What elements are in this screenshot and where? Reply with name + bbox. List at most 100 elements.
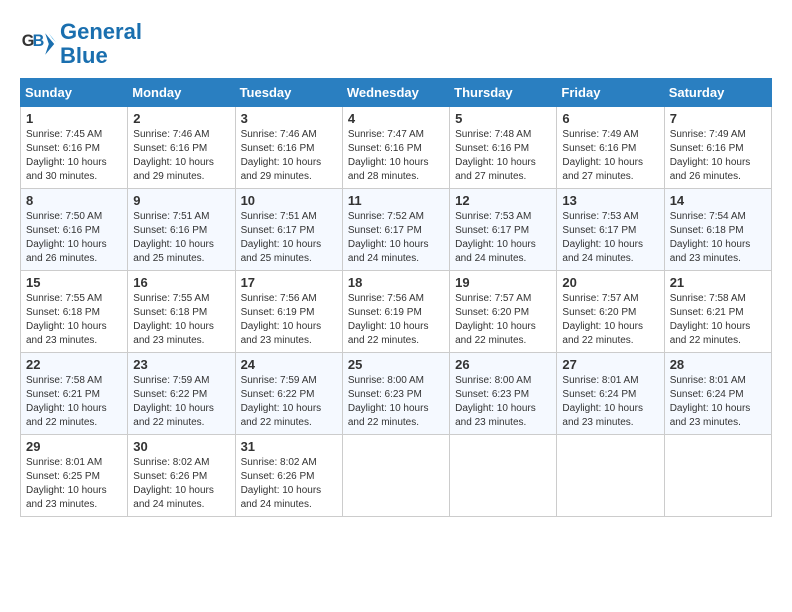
calendar-day-31: 31 Sunrise: 8:02 AMSunset: 6:26 PMDaylig…	[235, 435, 342, 517]
weekday-header-row: SundayMondayTuesdayWednesdayThursdayFrid…	[21, 79, 772, 107]
calendar-day-6: 6 Sunrise: 7:49 AMSunset: 6:16 PMDayligh…	[557, 107, 664, 189]
day-number: 30	[133, 439, 229, 454]
day-number: 2	[133, 111, 229, 126]
calendar-day-26: 26 Sunrise: 8:00 AMSunset: 6:23 PMDaylig…	[450, 353, 557, 435]
day-info: Sunrise: 7:46 AMSunset: 6:16 PMDaylight:…	[133, 128, 229, 184]
day-info: Sunrise: 8:02 AMSunset: 6:26 PMDaylight:…	[241, 456, 337, 512]
calendar-day-12: 12 Sunrise: 7:53 AMSunset: 6:17 PMDaylig…	[450, 189, 557, 271]
calendar-day-18: 18 Sunrise: 7:56 AMSunset: 6:19 PMDaylig…	[342, 271, 449, 353]
day-number: 6	[562, 111, 658, 126]
day-info: Sunrise: 7:54 AMSunset: 6:18 PMDaylight:…	[670, 210, 766, 266]
calendar-week-row: 15 Sunrise: 7:55 AMSunset: 6:18 PMDaylig…	[21, 271, 772, 353]
day-info: Sunrise: 7:56 AMSunset: 6:19 PMDaylight:…	[241, 292, 337, 348]
day-info: Sunrise: 7:50 AMSunset: 6:16 PMDaylight:…	[26, 210, 122, 266]
calendar-day-22: 22 Sunrise: 7:58 AMSunset: 6:21 PMDaylig…	[21, 353, 128, 435]
day-number: 19	[455, 275, 551, 290]
day-number: 15	[26, 275, 122, 290]
day-info: Sunrise: 8:01 AMSunset: 6:25 PMDaylight:…	[26, 456, 122, 512]
calendar-week-row: 22 Sunrise: 7:58 AMSunset: 6:21 PMDaylig…	[21, 353, 772, 435]
day-number: 5	[455, 111, 551, 126]
weekday-header-monday: Monday	[128, 79, 235, 107]
calendar-day-15: 15 Sunrise: 7:55 AMSunset: 6:18 PMDaylig…	[21, 271, 128, 353]
day-number: 7	[670, 111, 766, 126]
day-info: Sunrise: 8:02 AMSunset: 6:26 PMDaylight:…	[133, 456, 229, 512]
calendar-day-28: 28 Sunrise: 8:01 AMSunset: 6:24 PMDaylig…	[664, 353, 771, 435]
calendar-day-5: 5 Sunrise: 7:48 AMSunset: 6:16 PMDayligh…	[450, 107, 557, 189]
day-info: Sunrise: 7:53 AMSunset: 6:17 PMDaylight:…	[455, 210, 551, 266]
day-number: 22	[26, 357, 122, 372]
calendar-day-13: 13 Sunrise: 7:53 AMSunset: 6:17 PMDaylig…	[557, 189, 664, 271]
svg-text:B: B	[33, 32, 45, 50]
day-info: Sunrise: 7:48 AMSunset: 6:16 PMDaylight:…	[455, 128, 551, 184]
day-info: Sunrise: 8:01 AMSunset: 6:24 PMDaylight:…	[562, 374, 658, 430]
calendar-week-row: 1 Sunrise: 7:45 AMSunset: 6:16 PMDayligh…	[21, 107, 772, 189]
day-info: Sunrise: 7:56 AMSunset: 6:19 PMDaylight:…	[348, 292, 444, 348]
calendar-day-8: 8 Sunrise: 7:50 AMSunset: 6:16 PMDayligh…	[21, 189, 128, 271]
day-number: 25	[348, 357, 444, 372]
calendar-empty-cell	[557, 435, 664, 517]
day-info: Sunrise: 8:00 AMSunset: 6:23 PMDaylight:…	[348, 374, 444, 430]
calendar-empty-cell	[664, 435, 771, 517]
weekday-header-saturday: Saturday	[664, 79, 771, 107]
day-number: 28	[670, 357, 766, 372]
calendar-day-16: 16 Sunrise: 7:55 AMSunset: 6:18 PMDaylig…	[128, 271, 235, 353]
weekday-header-wednesday: Wednesday	[342, 79, 449, 107]
calendar-week-row: 29 Sunrise: 8:01 AMSunset: 6:25 PMDaylig…	[21, 435, 772, 517]
day-number: 27	[562, 357, 658, 372]
calendar-day-30: 30 Sunrise: 8:02 AMSunset: 6:26 PMDaylig…	[128, 435, 235, 517]
day-number: 23	[133, 357, 229, 372]
day-info: Sunrise: 7:55 AMSunset: 6:18 PMDaylight:…	[133, 292, 229, 348]
calendar: SundayMondayTuesdayWednesdayThursdayFrid…	[20, 78, 772, 517]
calendar-day-4: 4 Sunrise: 7:47 AMSunset: 6:16 PMDayligh…	[342, 107, 449, 189]
calendar-week-row: 8 Sunrise: 7:50 AMSunset: 6:16 PMDayligh…	[21, 189, 772, 271]
weekday-header-sunday: Sunday	[21, 79, 128, 107]
calendar-day-21: 21 Sunrise: 7:58 AMSunset: 6:21 PMDaylig…	[664, 271, 771, 353]
day-number: 10	[241, 193, 337, 208]
day-info: Sunrise: 7:57 AMSunset: 6:20 PMDaylight:…	[455, 292, 551, 348]
day-number: 8	[26, 193, 122, 208]
day-info: Sunrise: 7:47 AMSunset: 6:16 PMDaylight:…	[348, 128, 444, 184]
day-number: 3	[241, 111, 337, 126]
calendar-day-20: 20 Sunrise: 7:57 AMSunset: 6:20 PMDaylig…	[557, 271, 664, 353]
calendar-day-14: 14 Sunrise: 7:54 AMSunset: 6:18 PMDaylig…	[664, 189, 771, 271]
calendar-day-24: 24 Sunrise: 7:59 AMSunset: 6:22 PMDaylig…	[235, 353, 342, 435]
calendar-empty-cell	[450, 435, 557, 517]
day-info: Sunrise: 8:00 AMSunset: 6:23 PMDaylight:…	[455, 374, 551, 430]
day-number: 26	[455, 357, 551, 372]
day-info: Sunrise: 7:59 AMSunset: 6:22 PMDaylight:…	[133, 374, 229, 430]
day-info: Sunrise: 7:51 AMSunset: 6:17 PMDaylight:…	[241, 210, 337, 266]
day-number: 29	[26, 439, 122, 454]
calendar-day-3: 3 Sunrise: 7:46 AMSunset: 6:16 PMDayligh…	[235, 107, 342, 189]
day-number: 14	[670, 193, 766, 208]
calendar-day-27: 27 Sunrise: 8:01 AMSunset: 6:24 PMDaylig…	[557, 353, 664, 435]
calendar-day-9: 9 Sunrise: 7:51 AMSunset: 6:16 PMDayligh…	[128, 189, 235, 271]
day-info: Sunrise: 7:58 AMSunset: 6:21 PMDaylight:…	[26, 374, 122, 430]
day-number: 21	[670, 275, 766, 290]
day-number: 9	[133, 193, 229, 208]
calendar-day-1: 1 Sunrise: 7:45 AMSunset: 6:16 PMDayligh…	[21, 107, 128, 189]
calendar-day-7: 7 Sunrise: 7:49 AMSunset: 6:16 PMDayligh…	[664, 107, 771, 189]
calendar-day-19: 19 Sunrise: 7:57 AMSunset: 6:20 PMDaylig…	[450, 271, 557, 353]
calendar-day-17: 17 Sunrise: 7:56 AMSunset: 6:19 PMDaylig…	[235, 271, 342, 353]
day-info: Sunrise: 7:51 AMSunset: 6:16 PMDaylight:…	[133, 210, 229, 266]
calendar-day-23: 23 Sunrise: 7:59 AMSunset: 6:22 PMDaylig…	[128, 353, 235, 435]
day-number: 18	[348, 275, 444, 290]
calendar-empty-cell	[342, 435, 449, 517]
day-number: 12	[455, 193, 551, 208]
day-info: Sunrise: 7:55 AMSunset: 6:18 PMDaylight:…	[26, 292, 122, 348]
day-number: 11	[348, 193, 444, 208]
day-info: Sunrise: 7:52 AMSunset: 6:17 PMDaylight:…	[348, 210, 444, 266]
weekday-header-thursday: Thursday	[450, 79, 557, 107]
day-info: Sunrise: 7:57 AMSunset: 6:20 PMDaylight:…	[562, 292, 658, 348]
day-info: Sunrise: 7:59 AMSunset: 6:22 PMDaylight:…	[241, 374, 337, 430]
page-header: G B General Blue	[20, 20, 772, 68]
day-number: 31	[241, 439, 337, 454]
calendar-day-25: 25 Sunrise: 8:00 AMSunset: 6:23 PMDaylig…	[342, 353, 449, 435]
day-info: Sunrise: 7:45 AMSunset: 6:16 PMDaylight:…	[26, 128, 122, 184]
day-info: Sunrise: 8:01 AMSunset: 6:24 PMDaylight:…	[670, 374, 766, 430]
calendar-day-10: 10 Sunrise: 7:51 AMSunset: 6:17 PMDaylig…	[235, 189, 342, 271]
day-number: 1	[26, 111, 122, 126]
day-number: 13	[562, 193, 658, 208]
logo-text: General Blue	[60, 20, 142, 68]
day-info: Sunrise: 7:58 AMSunset: 6:21 PMDaylight:…	[670, 292, 766, 348]
